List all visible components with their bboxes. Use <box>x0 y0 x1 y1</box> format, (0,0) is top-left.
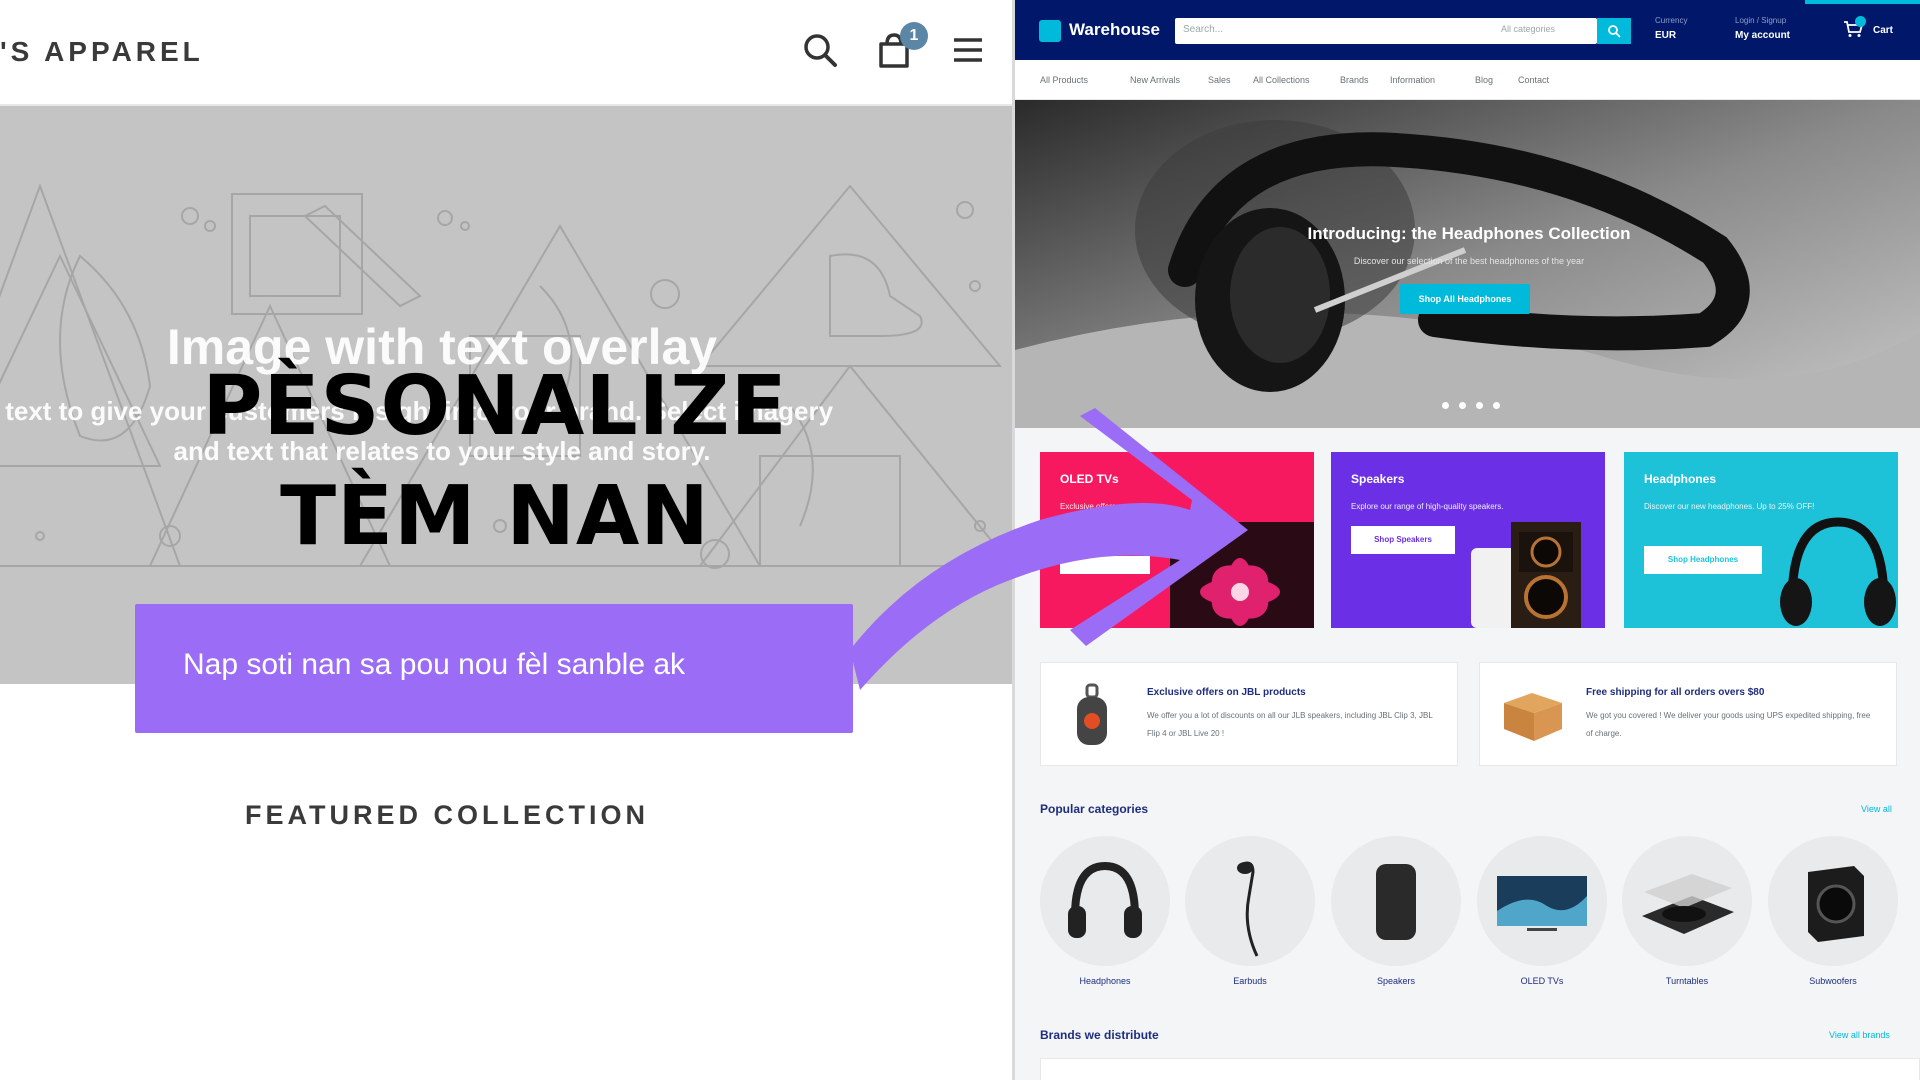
nav-all-products[interactable]: All Products <box>1040 75 1088 85</box>
headphones-icon <box>1068 861 1142 938</box>
promo-speakers[interactable]: Speakers Explore our range of high-quali… <box>1331 452 1605 628</box>
slide-dot[interactable] <box>1476 402 1483 409</box>
warehouse-logo-icon[interactable] <box>1039 20 1061 42</box>
shipping-box-icon <box>1504 693 1562 741</box>
popular-categories-title: Popular categories <box>1040 802 1149 816</box>
cart-count-badge: 1 <box>900 22 928 50</box>
info-block-shipping: Free shipping for all orders overs $80 W… <box>1479 662 1897 766</box>
store-header: 'S APPAREL 1 <box>0 0 1012 106</box>
nav-information[interactable]: Information <box>1390 75 1435 85</box>
category-label: Subwoofers <box>1809 976 1857 986</box>
info-title: Exclusive offers on JBL products <box>1147 687 1306 698</box>
view-all-brands-link[interactable]: View all brands <box>1829 1030 1890 1040</box>
cart-count-badge <box>1855 16 1866 27</box>
overlay-headline: PÈSONALIZE TÈM NAN <box>155 352 835 572</box>
cart-label[interactable]: Cart <box>1873 25 1893 36</box>
category-image <box>1622 836 1752 966</box>
category-label: Earbuds <box>1233 976 1267 986</box>
search-icon[interactable] <box>800 30 840 70</box>
search-icon <box>1608 25 1621 38</box>
slide-title: Introducing: the Headphones Collection <box>1307 224 1631 243</box>
promo-text: Discover our new headphones. Up to 25% O… <box>1644 502 1815 511</box>
category-image <box>1477 836 1607 966</box>
promo-text: Explore our range of high-quality speake… <box>1351 502 1504 511</box>
featured-collection-heading: FEATURED COLLECTION <box>245 800 649 830</box>
currency-label: Currency <box>1655 16 1688 25</box>
subwoofer-icon <box>1808 866 1864 942</box>
category-subwoofers[interactable]: Subwoofers <box>1768 836 1898 986</box>
category-image <box>1331 836 1461 966</box>
nav-new-arrivals[interactable]: New Arrivals <box>1130 75 1180 85</box>
category-oled-tvs[interactable]: OLED TVs <box>1477 836 1607 986</box>
warehouse-logo-text[interactable]: Warehouse <box>1069 20 1160 40</box>
search-category-select[interactable]: All categories <box>1501 24 1555 34</box>
slide-dot[interactable] <box>1442 402 1449 409</box>
account-label: Login / Signup <box>1735 16 1787 25</box>
category-image <box>1768 836 1898 966</box>
warehouse-header: Warehouse Search... All categories Curre… <box>1015 0 1920 60</box>
header-accent-bar <box>1805 0 1920 4</box>
brands-title: Brands we distribute <box>1040 1028 1159 1042</box>
category-label: Speakers <box>1376 976 1416 986</box>
promo-headphones[interactable]: Headphones Discover our new headphones. … <box>1624 452 1898 628</box>
search-input[interactable]: Search... All categories <box>1175 18 1597 44</box>
slide-dot[interactable] <box>1493 402 1500 409</box>
search-placeholder: Search... <box>1183 24 1224 35</box>
callout-text: Nap soti nan sa pou nou fèl sanble ak <box>183 648 686 681</box>
store-brand[interactable]: 'S APPAREL <box>0 36 204 68</box>
category-turntables[interactable]: Turntables <box>1622 836 1752 986</box>
nav-sales[interactable]: Sales <box>1208 75 1231 85</box>
hamburger-menu-icon[interactable] <box>948 30 988 70</box>
category-image <box>1040 836 1170 966</box>
nav-blog[interactable]: Blog <box>1475 75 1493 85</box>
search-button[interactable] <box>1597 18 1631 44</box>
speaker-icon <box>1376 864 1416 940</box>
warehouse-theme-preview: Warehouse Search... All categories Curre… <box>1012 0 1920 1080</box>
category-label: Turntables <box>1665 976 1709 986</box>
promo-title: Headphones <box>1644 472 1717 486</box>
info-title: Free shipping for all orders overs $80 <box>1586 687 1765 698</box>
jbl-speaker-icon <box>1077 683 1107 745</box>
shop-all-headphones-button[interactable]: Shop All Headphones <box>1400 284 1530 314</box>
category-image <box>1185 836 1315 966</box>
nav-all-collections[interactable]: All Collections <box>1253 75 1310 85</box>
view-all-categories-link[interactable]: View all <box>1861 804 1892 814</box>
slide-dot[interactable] <box>1459 402 1466 409</box>
promo-oled-tvs[interactable]: OLED TVs Exclusive offers <box>1040 452 1314 628</box>
info-block-jbl: Exclusive offers on JBL products We offe… <box>1040 662 1458 766</box>
category-label: OLED TVs <box>1520 976 1564 986</box>
shop-headphones-button[interactable]: Shop Headphones <box>1644 546 1762 574</box>
category-headphones[interactable]: Headphones <box>1040 836 1170 986</box>
currency-selector[interactable]: EUR <box>1655 30 1676 41</box>
nav-brands[interactable]: Brands <box>1340 75 1369 85</box>
flower-image <box>1060 522 1314 628</box>
info-text: We got you covered ! We deliver your goo… <box>1586 711 1871 738</box>
turntable-icon <box>1642 874 1734 934</box>
category-earbuds[interactable]: Earbuds <box>1185 836 1315 986</box>
overlay-headline-line-2: TÈM NAN <box>280 469 710 564</box>
my-account-menu[interactable]: My account <box>1735 30 1790 41</box>
tv-icon <box>1497 876 1587 931</box>
shop-speakers-button[interactable]: Shop Speakers <box>1351 526 1455 554</box>
info-text: We offer you a lot of discounts on all o… <box>1147 711 1433 738</box>
earbuds-icon <box>1237 861 1259 957</box>
headphones-slideshow[interactable]: Introducing: the Headphones Collection D… <box>1015 100 1920 428</box>
category-speakers[interactable]: Speakers <box>1331 836 1461 986</box>
nav-contact[interactable]: Contact <box>1518 75 1549 85</box>
brands-row <box>1040 1058 1920 1080</box>
main-navigation: All Products New Arrivals Sales All Coll… <box>1015 60 1920 100</box>
overlay-headline-line-1: PÈSONALIZE <box>202 359 788 454</box>
promo-title: Speakers <box>1351 472 1405 486</box>
category-label: Headphones <box>1079 976 1131 986</box>
callout-box: Nap soti nan sa pou nou fèl sanble ak <box>135 604 853 733</box>
slide-subtitle: Discover our selection of the best headp… <box>1353 256 1585 266</box>
